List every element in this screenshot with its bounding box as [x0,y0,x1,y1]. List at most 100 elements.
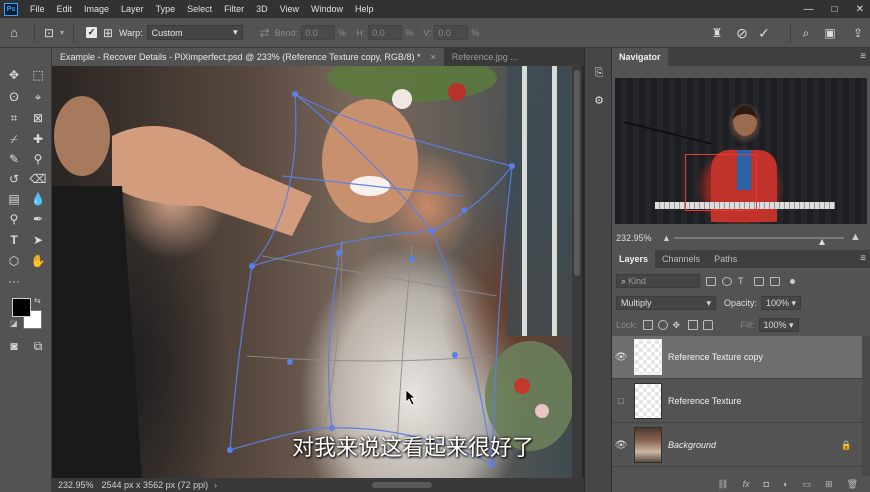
warp-style-select[interactable]: Custom ▾ [146,25,243,40]
layer-name[interactable]: Reference Texture copy [668,352,763,362]
reference-point-checkbox[interactable]: ✓ [86,27,97,38]
eyedropper-tool-icon[interactable]: ⌿ [4,130,24,148]
smart-object-filter-icon[interactable] [770,276,780,286]
cancel-transform-button[interactable]: ⊘ [733,24,751,42]
minimize-button[interactable]: — [804,4,814,15]
tab-navigator[interactable]: Navigator [612,48,668,66]
hand-tool-icon[interactable]: ✋ [28,252,48,270]
menu-help[interactable]: Help [349,4,380,14]
zoom-out-icon[interactable]: ▲ [662,233,671,243]
dodge-tool-icon[interactable]: ⚲ [4,210,24,228]
document-canvas[interactable]: 对我来说这看起来很好了 [52,66,572,478]
shape-tool-icon[interactable]: ⬡ [4,252,24,270]
new-layer-icon[interactable]: ⊞ [825,479,833,490]
lock-position-icon[interactable]: ✥ [673,320,683,330]
commit-transform-button[interactable]: ✓ [755,24,773,42]
share-icon[interactable]: ⇪ [849,24,867,42]
menu-select[interactable]: Select [181,4,218,14]
quick-selection-tool-icon[interactable]: ⌖ [28,88,48,106]
panel-menu-icon[interactable]: ≡ [860,253,866,264]
slider-thumb[interactable] [818,239,825,245]
menu-3d[interactable]: 3D [250,4,274,14]
workspace-icon[interactable]: ▣ [821,24,839,42]
lock-transparent-icon[interactable] [642,320,653,330]
menu-image[interactable]: Image [78,4,115,14]
pixel-filter-icon[interactable] [706,276,716,286]
type-tool-icon[interactable]: T [4,231,24,249]
canvas-vertical-scrollbar[interactable] [572,66,582,478]
menu-window[interactable]: Window [305,4,349,14]
move-tool-icon[interactable]: ✥ [4,66,24,84]
group-icon[interactable]: ▭ [803,479,812,490]
navigator-zoom-slider[interactable] [674,237,844,245]
eraser-tool-icon[interactable]: ⌫ [28,170,48,188]
reference-point-icon[interactable]: ⊞ [97,26,119,40]
warp-mesh-overlay[interactable] [52,66,572,478]
visibility-off-icon[interactable] [612,398,630,404]
properties-panel-icon[interactable]: ⚙ [592,93,606,107]
lock-artboard-icon[interactable] [687,320,698,330]
menu-layer[interactable]: Layer [115,4,150,14]
tab-document-active[interactable]: Example - Recover Details - PiXimperfect… [52,48,444,66]
menu-filter[interactable]: Filter [218,4,250,14]
status-menu-arrow[interactable]: › [214,480,217,490]
more-tools-icon[interactable]: ··· [4,272,24,290]
layers-scrollbar[interactable] [862,336,870,476]
history-panel-icon[interactable]: ⎘ [592,66,606,80]
type-filter-icon[interactable]: T [738,276,748,286]
path-selection-tool-icon[interactable]: ➤ [28,231,48,249]
panel-menu-icon[interactable]: ≡ [860,51,866,62]
history-brush-tool-icon[interactable]: ↺ [4,170,24,188]
gradient-tool-icon[interactable]: ▤ [4,190,24,208]
crop-tool-icon[interactable]: ⌗ [4,109,24,127]
scrollbar-thumb[interactable] [574,70,580,276]
lock-all-icon[interactable] [702,320,713,330]
default-colors-icon[interactable]: ◪ [10,319,18,328]
tab-paths[interactable]: Paths [707,250,744,268]
h-field[interactable]: 0.0 [368,25,403,40]
layer-thumbnail[interactable] [634,339,662,375]
adjustment-filter-icon[interactable] [722,276,732,286]
fill-field[interactable]: 100% ▾ [758,318,799,332]
close-icon[interactable]: × [430,52,435,62]
layer-name[interactable]: Reference Texture [668,396,741,406]
lasso-tool-icon[interactable]: ʘ [4,88,24,106]
layer-reference-texture[interactable]: Reference Texture [612,380,862,423]
layer-background[interactable]: 👁 Background 🔒 [612,424,862,467]
quick-mask-icon[interactable]: ◙ [4,337,24,355]
layer-filter-kind-select[interactable]: ⌕ Kind [616,274,700,288]
marquee-tool-icon[interactable]: ⬚ [28,66,48,84]
bend-field[interactable]: 0.0 [301,25,336,40]
blend-mode-select[interactable]: Multiply ▾ [616,296,716,310]
v-field[interactable]: 0.0 [434,25,469,40]
visibility-eye-icon[interactable]: 👁 [612,440,630,451]
tab-document-reference[interactable]: Reference.jpg ... [444,48,526,66]
change-orientation-icon[interactable]: ⇄ [255,26,275,40]
screen-mode-icon[interactable]: ⧉ [28,337,48,355]
foreground-color-swatch[interactable] [12,298,31,317]
zoom-level[interactable]: 232.95% [58,480,94,490]
swap-colors-icon[interactable]: ⇆ [34,296,41,305]
zoom-in-icon[interactable]: ▲ [850,231,861,243]
menu-edit[interactable]: Edit [51,4,79,14]
tab-layers[interactable]: Layers [612,250,656,268]
canvas-horizontal-scrollbar[interactable] [372,482,432,488]
navigator-zoom-level[interactable]: 232.95% [616,233,652,243]
opacity-field[interactable]: 100% ▾ [761,296,802,310]
layer-thumbnail[interactable] [634,427,662,463]
lock-image-icon[interactable] [657,320,668,330]
frame-tool-icon[interactable]: ⊠ [28,109,48,127]
puppet-warp-icon[interactable]: ♜ [708,24,726,42]
tab-channels[interactable]: Channels [655,250,707,268]
adjustment-icon[interactable]: ◐ [783,479,788,489]
navigator-preview[interactable] [615,78,867,224]
filter-toggle-icon[interactable] [790,278,795,284]
transform-tool-icon[interactable]: ⊡ [41,26,57,40]
visibility-eye-icon[interactable]: 👁 [612,352,630,363]
search-icon[interactable]: ⌕ [797,24,815,42]
navigator-view-box[interactable] [685,154,757,211]
brush-tool-icon[interactable]: ✎ [4,150,24,168]
home-icon[interactable]: ⌂ [0,25,28,40]
menu-file[interactable]: File [24,4,51,14]
layer-name[interactable]: Background [668,440,716,450]
